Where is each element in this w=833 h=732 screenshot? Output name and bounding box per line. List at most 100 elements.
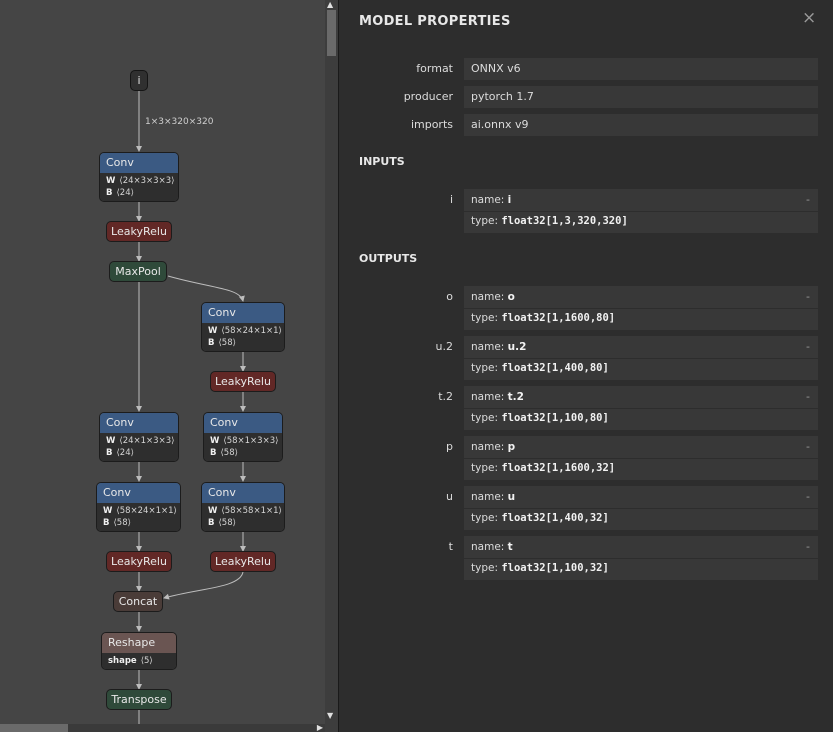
graph-horizontal-scrollbar[interactable]: ▶: [0, 723, 325, 732]
node-title: Conv: [97, 483, 180, 503]
property-value-format: ONNX v6: [464, 58, 818, 80]
scroll-down-icon[interactable]: ▼: [327, 712, 333, 720]
input-label-i: i: [449, 193, 453, 206]
property-value-imports: ai.onnx v9: [464, 114, 818, 136]
node-attr-w: W ⟨24×1×3×3⟩: [106, 436, 175, 446]
node-title: LeakyRelu: [215, 375, 271, 388]
close-icon[interactable]: ×: [802, 8, 816, 28]
property-label-imports: imports: [410, 118, 453, 131]
node-attr-b: B ⟨24⟩: [106, 447, 134, 458]
argument-type: type: float32[1,100,32]: [471, 562, 609, 574]
node-attr-w: W ⟨58×24×1×1⟩: [103, 506, 177, 516]
argument-type: type: float32[1,1600,32]: [471, 462, 616, 474]
property-value-producer: pytorch 1.7: [464, 86, 818, 108]
input-argument-i[interactable]: name: i - type: float32[1,3,320,320]: [464, 189, 818, 233]
node-title: Transpose: [111, 693, 167, 706]
input-shape-label: 1×3×320×320: [145, 117, 214, 127]
expand-toggle[interactable]: -: [806, 440, 810, 453]
node-title: Concat: [118, 595, 158, 608]
edge-relu4-concat: [163, 571, 244, 600]
node-concat-1[interactable]: Concat: [113, 591, 163, 612]
inputs-heading: INPUTS: [359, 155, 405, 168]
property-label-producer: producer: [403, 90, 453, 103]
output-label-t2: t.2: [438, 390, 453, 403]
node-title: LeakyRelu: [215, 555, 271, 568]
node-conv-1[interactable]: Conv W ⟨24×3×3×3⟩ B ⟨24⟩: [99, 152, 179, 202]
output-label-u2: u.2: [435, 340, 453, 353]
node-maxpool-1[interactable]: MaxPool: [109, 261, 167, 282]
node-attr-w: W ⟨58×24×1×1⟩: [208, 326, 282, 336]
output-argument-t[interactable]: name: t - type: float32[1,100,32]: [464, 536, 818, 580]
node-title: LeakyRelu: [111, 555, 167, 568]
node-title: Conv: [100, 153, 178, 173]
scroll-up-icon[interactable]: ▲: [327, 1, 333, 9]
panel-title: MODEL PROPERTIES: [359, 14, 511, 29]
argument-type: type: float32[1,100,80]: [471, 412, 609, 424]
output-label-p: p: [446, 440, 453, 453]
expand-toggle[interactable]: -: [806, 540, 810, 553]
edge-pool1-conv2: [167, 275, 245, 302]
output-argument-t2[interactable]: name: t.2 - type: float32[1,100,80]: [464, 386, 818, 430]
graph-input-node[interactable]: i: [130, 70, 148, 91]
output-label-u: u: [446, 490, 453, 503]
argument-name: name: p: [471, 441, 516, 453]
argument-type: type: float32[1,1600,80]: [471, 312, 616, 324]
expand-toggle[interactable]: -: [806, 490, 810, 503]
graph-vertical-scrollbar[interactable]: ▲ ▼: [325, 0, 338, 732]
scrollbar-thumb[interactable]: [327, 10, 336, 56]
graph-canvas[interactable]: i 1×3×320×320 Conv W ⟨24×3×3×3⟩ B ⟨24⟩ Lea…: [0, 0, 338, 732]
node-attr-w: W ⟨58×1×3×3⟩: [210, 436, 279, 446]
node-title: Conv: [100, 413, 178, 433]
node-title: Conv: [202, 483, 284, 503]
node-attr-w: W ⟨58×58×1×1⟩: [208, 506, 282, 516]
argument-name: name: t.2: [471, 391, 524, 403]
scroll-right-icon[interactable]: ▶: [317, 723, 323, 732]
argument-type: type: float32[1,400,80]: [471, 362, 609, 374]
output-label-t: t: [448, 540, 453, 553]
output-argument-p[interactable]: name: p - type: float32[1,1600,32]: [464, 436, 818, 480]
node-attr-b: B ⟨58⟩: [208, 337, 236, 348]
node-reshape-1[interactable]: Reshape shape ⟨5⟩: [101, 632, 177, 670]
output-argument-u[interactable]: name: u - type: float32[1,400,32]: [464, 486, 818, 530]
argument-name: name: i: [471, 194, 512, 206]
node-title: MaxPool: [115, 265, 161, 278]
node-conv-3[interactable]: Conv W ⟨24×1×3×3⟩ B ⟨24⟩: [99, 412, 179, 462]
outputs-heading: OUTPUTS: [359, 252, 418, 265]
node-conv-6[interactable]: Conv W ⟨58×58×1×1⟩ B ⟨58⟩: [201, 482, 285, 532]
argument-name: name: u: [471, 491, 516, 503]
node-leakyrelu-3[interactable]: LeakyRelu: [106, 551, 172, 572]
node-attr-b: B ⟨58⟩: [210, 447, 238, 458]
node-leakyrelu-4[interactable]: LeakyRelu: [210, 551, 276, 572]
graph-input-label: i: [137, 74, 141, 87]
argument-type: type: float32[1,400,32]: [471, 512, 609, 524]
argument-name: name: o: [471, 291, 515, 303]
node-title: Conv: [202, 303, 284, 323]
node-attr-shape: shape ⟨5⟩: [108, 656, 153, 666]
node-title: LeakyRelu: [111, 225, 167, 238]
node-attr-w: W ⟨24×3×3×3⟩: [106, 176, 175, 186]
argument-name: name: t: [471, 541, 513, 553]
expand-toggle[interactable]: -: [806, 193, 810, 206]
output-argument-o[interactable]: name: o - type: float32[1,1600,80]: [464, 286, 818, 330]
expand-toggle[interactable]: -: [806, 340, 810, 353]
node-conv-4[interactable]: Conv W ⟨58×1×3×3⟩ B ⟨58⟩: [203, 412, 283, 462]
node-title: Conv: [204, 413, 282, 433]
property-label-format: format: [416, 62, 453, 75]
node-conv-5[interactable]: Conv W ⟨58×24×1×1⟩ B ⟨58⟩: [96, 482, 181, 532]
expand-toggle[interactable]: -: [806, 290, 810, 303]
node-title: Reshape: [102, 633, 176, 653]
node-attr-b: B ⟨58⟩: [208, 517, 236, 528]
node-leakyrelu-1[interactable]: LeakyRelu: [106, 221, 172, 242]
node-attr-b: B ⟨58⟩: [103, 517, 131, 528]
expand-toggle[interactable]: -: [806, 390, 810, 403]
node-leakyrelu-2[interactable]: LeakyRelu: [210, 371, 276, 392]
node-transpose-1[interactable]: Transpose: [106, 689, 172, 710]
argument-name: name: u.2: [471, 341, 527, 353]
node-conv-2[interactable]: Conv W ⟨58×24×1×1⟩ B ⟨58⟩: [201, 302, 285, 352]
output-label-o: o: [446, 290, 453, 303]
scrollbar-thumb[interactable]: [0, 724, 68, 732]
node-attr-b: B ⟨24⟩: [106, 187, 134, 198]
graph-edges: [136, 91, 246, 732]
argument-type: type: float32[1,3,320,320]: [471, 215, 628, 227]
output-argument-u2[interactable]: name: u.2 - type: float32[1,400,80]: [464, 336, 818, 380]
